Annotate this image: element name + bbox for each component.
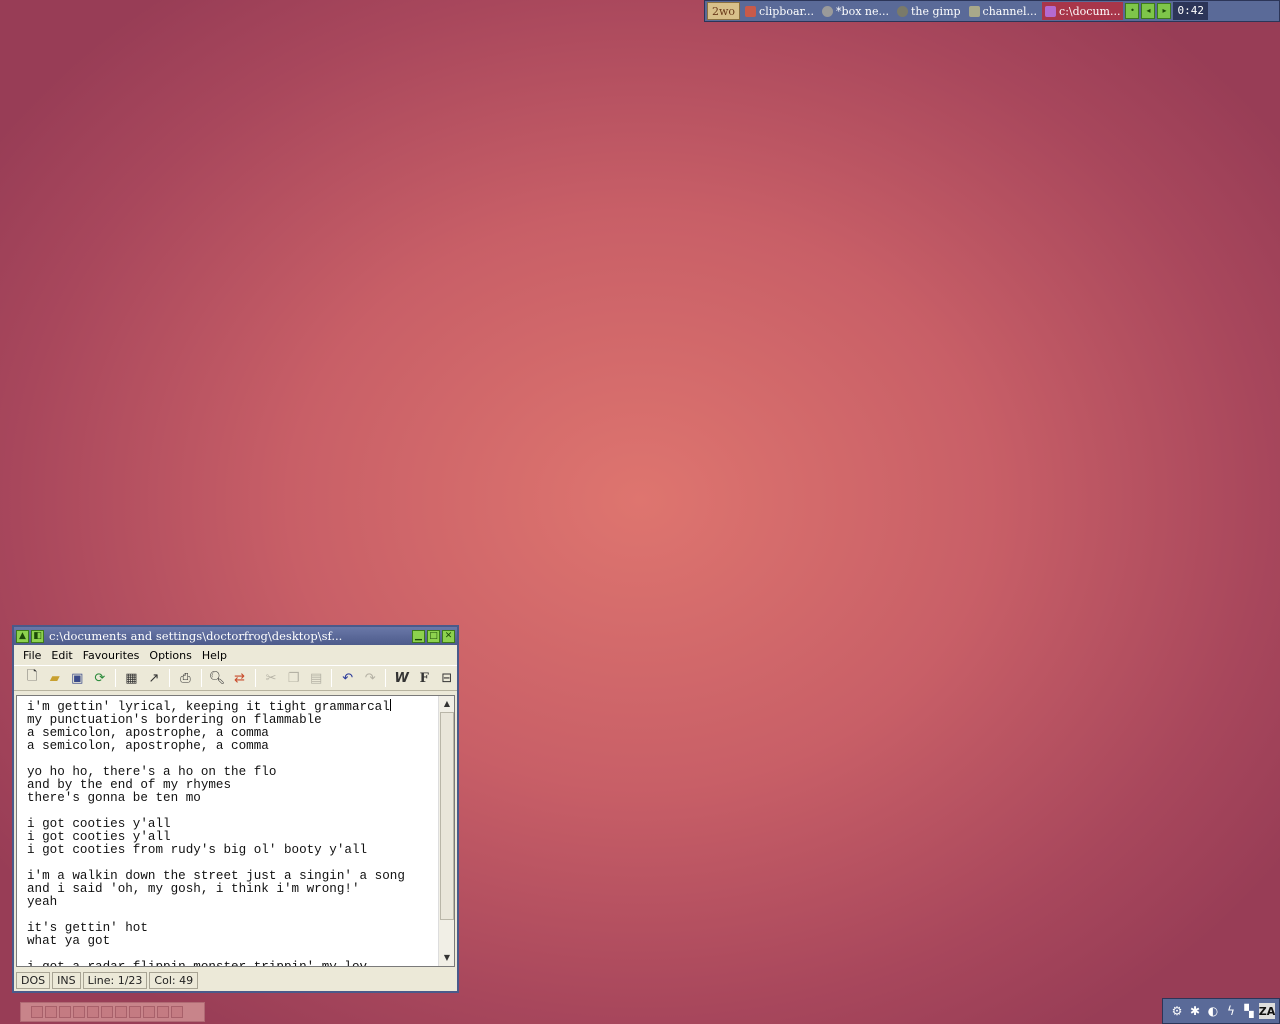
editor-icon — [1045, 5, 1057, 17]
pager-cell[interactable] — [87, 1006, 99, 1018]
toolbar-separator — [115, 669, 117, 687]
cut-icon[interactable]: ✂ — [261, 668, 282, 689]
word-wrap-icon[interactable]: W — [391, 668, 412, 689]
close-icon[interactable]: ▸ — [1157, 3, 1172, 19]
text-line[interactable]: and i said 'oh, my gosh, i think i'm wro… — [27, 883, 436, 896]
pager-cell[interactable] — [45, 1006, 57, 1018]
clipboard-icon — [745, 5, 757, 17]
pager-cell[interactable] — [73, 1006, 85, 1018]
undo-icon[interactable]: ↶ — [337, 668, 358, 689]
find-icon[interactable]: 🔍︎ — [207, 668, 228, 689]
task-clipboard[interactable]: clipboar... — [742, 2, 817, 20]
text-line[interactable]: i got cooties from rudy's big ol' booty … — [27, 844, 436, 857]
toolbar-separator — [385, 669, 387, 687]
pager-cell[interactable] — [115, 1006, 127, 1018]
shell-icon[interactable]: ↗ — [144, 668, 165, 689]
power-icon[interactable]: ϟ — [1223, 1003, 1239, 1019]
text-line[interactable]: what ya got — [27, 935, 436, 948]
status-column: Col: 49 — [149, 971, 199, 989]
hex-view-icon[interactable]: ▦ — [121, 668, 142, 689]
status-format: DOS — [16, 971, 51, 989]
pager-cell[interactable] — [129, 1006, 141, 1018]
text-content[interactable]: i'm gettin' lyrical, keeping it tight gr… — [27, 699, 436, 967]
window-title: c:\documents and settings\doctorfrog\des… — [49, 629, 343, 643]
pager-cell[interactable] — [31, 1006, 43, 1018]
desktop-pager[interactable] — [20, 1002, 205, 1022]
toolbar-separator — [200, 669, 202, 687]
mouse-icon[interactable]: ◐ — [1205, 1003, 1221, 1019]
network-icon[interactable]: ⚙ — [1169, 1003, 1185, 1019]
task-label: channel... — [982, 4, 1038, 18]
pager-cell[interactable] — [171, 1006, 183, 1018]
font-icon[interactable]: F — [414, 668, 435, 689]
system-tray: ⚙ ✱ ◐ ϟ ▚ ZA — [1162, 998, 1280, 1024]
shade-button[interactable]: ▲ — [16, 629, 29, 643]
close-button[interactable]: ✕ — [442, 629, 455, 643]
reload-icon[interactable]: ⟳ — [90, 668, 111, 689]
menu-options[interactable]: Options — [144, 649, 196, 662]
replace-icon[interactable]: ⇄ — [229, 668, 250, 689]
menu-favourites[interactable]: Favourites — [78, 649, 145, 662]
paste-icon[interactable]: ▤ — [306, 668, 327, 689]
pager-cell[interactable] — [143, 1006, 155, 1018]
text-caret — [389, 699, 391, 711]
text-line[interactable]: a semicolon, apostrophe, a comma — [27, 740, 436, 753]
toolbar-separator — [169, 669, 171, 687]
status-insert-mode: INS — [52, 971, 81, 989]
copy-icon[interactable]: ❐ — [283, 668, 304, 689]
task-label: clipboar... — [759, 4, 815, 18]
minimize-button[interactable]: ▁ — [412, 629, 425, 643]
scroll-up-icon[interactable]: ▲ — [439, 696, 454, 712]
new-file-icon[interactable]: 🗋 — [22, 668, 43, 689]
gimp-icon — [897, 5, 908, 17]
pager-cell[interactable] — [157, 1006, 169, 1018]
toolbar: 🗋 ▰ ▣ ⟳ ▦ ↗ ⎙ 🔍︎ ⇄ ✂ ❐ ▤ ↶ ↷ W F ⊟ — [14, 665, 457, 691]
pager-cell[interactable] — [59, 1006, 71, 1018]
vertical-scrollbar[interactable]: ▲ ▼ — [438, 696, 454, 966]
menu-bar: File Edit Favourites Options Help — [14, 645, 457, 665]
editor-window: ▲ ◧ c:\documents and settings\doctorfrog… — [12, 625, 459, 993]
status-line: Line: 1/23 — [82, 971, 148, 989]
toolbar-separator — [331, 669, 333, 687]
print-icon[interactable]: ⎙ — [175, 668, 196, 689]
text-line[interactable]: yeah — [27, 896, 436, 909]
settings-icon[interactable]: ✱ — [1187, 1003, 1203, 1019]
maximize-icon[interactable]: ◂ — [1141, 3, 1156, 19]
task-label: the gimp — [911, 4, 961, 18]
pager-cell[interactable] — [101, 1006, 113, 1018]
menu-edit[interactable]: Edit — [46, 649, 77, 662]
task-channel[interactable]: channel... — [966, 2, 1041, 20]
desktop-switcher[interactable]: 2wo — [707, 2, 741, 20]
clock[interactable]: 0:42 — [1173, 2, 1208, 20]
task-label: c:\docum... — [1059, 4, 1121, 18]
menu-help[interactable]: Help — [197, 649, 232, 662]
task-label: *box ne... — [836, 4, 889, 18]
text-line[interactable]: i'm gettin' lyrical, keeping it tight gr… — [27, 699, 436, 714]
zonealarm-icon[interactable]: ZA — [1259, 1003, 1275, 1019]
status-bar: DOS INS Line: 1/23 Col: 49 — [14, 969, 457, 991]
task-editor[interactable]: c:\docum... — [1042, 2, 1124, 20]
task-gimp[interactable]: the gimp — [894, 2, 964, 20]
scroll-thumb[interactable] — [440, 712, 454, 920]
scroll-down-icon[interactable]: ▼ — [439, 950, 454, 966]
channel-icon — [968, 5, 980, 17]
text-line[interactable]: there's gonna be ten mo — [27, 792, 436, 805]
display-icon[interactable]: ▚ — [1241, 1003, 1257, 1019]
open-folder-icon[interactable]: ▰ — [45, 668, 66, 689]
menu-file[interactable]: File — [18, 649, 46, 662]
window-menu-button[interactable]: ◧ — [31, 629, 44, 643]
title-bar[interactable]: ▲ ◧ c:\documents and settings\doctorfrog… — [14, 627, 457, 645]
redo-icon[interactable]: ↷ — [360, 668, 381, 689]
text-editor-area[interactable]: i'm gettin' lyrical, keeping it tight gr… — [16, 695, 455, 967]
save-icon[interactable]: ▣ — [67, 668, 88, 689]
text-line[interactable]: i got a radar flippin monster trippin' m… — [27, 961, 436, 967]
window-icon[interactable]: ⊟ — [437, 668, 458, 689]
toolbar-separator — [254, 669, 256, 687]
gimp-image-icon — [822, 5, 834, 17]
taskbar: 2wo clipboar... *box ne... the gimp chan… — [704, 0, 1280, 22]
minimize-icon[interactable]: • — [1125, 3, 1140, 19]
task-box-image[interactable]: *box ne... — [819, 2, 892, 20]
maximize-button[interactable]: □ — [427, 629, 440, 643]
